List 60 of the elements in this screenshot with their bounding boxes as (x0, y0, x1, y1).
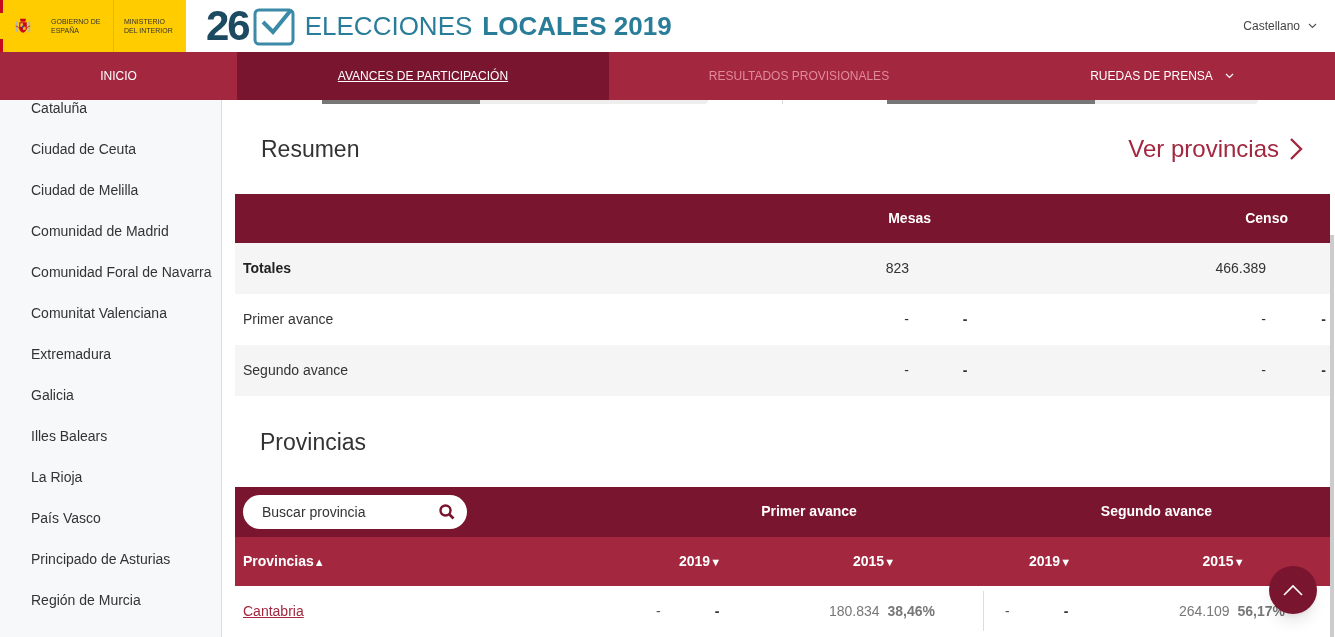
province-link[interactable]: Cantabria (243, 602, 304, 619)
table-cell-text: 38,46% (887, 601, 935, 621)
row-label: Segundo avance (243, 362, 349, 379)
table-cell: - (962, 311, 968, 328)
sort-column-header[interactable]: 2019▼ (678, 550, 721, 572)
table-cell: - (1321, 311, 1326, 328)
sidebar-item[interactable]: Illes Balears (31, 426, 108, 447)
sidebar-item[interactable]: La Rioja (31, 467, 83, 488)
section-title: Resumen (261, 134, 360, 164)
sidebar-item[interactable]: Región de Murcia (31, 590, 141, 611)
table-cell: - (1261, 362, 1266, 379)
table-cell-text: 264.109 (1178, 601, 1230, 621)
chevron-right-icon (1289, 137, 1303, 161)
nav-tab[interactable]: INICIO (0, 52, 237, 100)
sidebar-item[interactable]: País Vasco (31, 508, 101, 529)
sidebar-item[interactable]: Principado de Asturias (31, 549, 171, 570)
sidebar-item[interactable]: Ciudad de Melilla (31, 180, 139, 201)
table-cell: - (904, 362, 909, 379)
election-title: LOCALES 2019 (482, 9, 672, 43)
election-day: 26 (206, 5, 249, 47)
language-selector[interactable]: Castellano (1243, 17, 1317, 35)
table-cell: 823 (885, 260, 909, 277)
table-cell: - (904, 311, 909, 328)
table-cell-text: - (714, 601, 720, 621)
election-title: ELECCIONES (304, 9, 473, 43)
nav-tab[interactable]: RUEDAS DE PRENSA (989, 52, 1335, 100)
sidebar-item[interactable]: Cataluña (31, 100, 88, 119)
table-cell: - (1321, 362, 1326, 379)
group-header: Segundo avance (1100, 503, 1213, 520)
table-cell-text: - (1063, 601, 1069, 621)
table-cell: 466.389 (1215, 260, 1266, 277)
sidebar-item[interactable]: Ciudad de Ceuta (31, 139, 137, 160)
sidebar-item[interactable]: Comunitat Valenciana (31, 303, 167, 324)
sidebar-item[interactable]: Extremadura (31, 344, 112, 365)
table-cell-text: - (1005, 601, 1010, 621)
sort-column-header[interactable]: Provincias▲ (243, 550, 325, 572)
column-header: Mesas (888, 210, 931, 227)
table-cell: - (1261, 311, 1266, 328)
search-icon (439, 503, 455, 520)
sidebar-item[interactable]: Comunidad de Madrid (31, 221, 169, 242)
group-header: Primer avance (761, 503, 857, 520)
column-header: Censo (1245, 210, 1288, 227)
sidebar-item[interactable]: Galicia (31, 385, 74, 406)
table-cell: - (962, 362, 968, 379)
chevron-down-icon (1308, 23, 1317, 29)
section-title: Provincias (260, 427, 367, 457)
sort-column-header[interactable]: 2019▼ (1028, 550, 1071, 572)
table-cell-text: 180.834 (828, 601, 880, 621)
chevron-up-icon (1283, 584, 1303, 596)
nav-tab[interactable]: AVANCES DE PARTICIPACIÓN (237, 52, 609, 100)
chevron-down-icon (1224, 73, 1234, 79)
ballot-check-icon (252, 6, 295, 46)
search-field[interactable]: Buscar provincia (243, 494, 467, 529)
row-label: Primer avance (243, 311, 334, 328)
sort-column-header[interactable]: 2015▼ (852, 550, 895, 572)
row-label: Totales (243, 260, 291, 277)
sort-column-header[interactable]: 2015▼ (1202, 550, 1245, 572)
table-cell-text: - (656, 601, 661, 621)
ver-provincias-link[interactable]: Ver provincias (1128, 131, 1303, 167)
sidebar-item[interactable]: Comunidad Foral de Navarra (31, 262, 212, 283)
